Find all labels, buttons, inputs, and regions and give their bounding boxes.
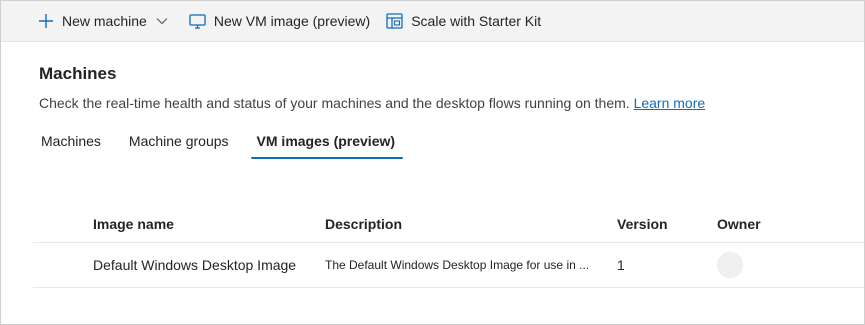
cell-image-name[interactable]: Default Windows Desktop Image [33, 257, 325, 273]
cell-version: 1 [617, 257, 625, 273]
scale-with-starter-kit-button[interactable]: Scale with Starter Kit [386, 13, 541, 29]
new-vm-image-label: New VM image (preview) [213, 13, 371, 29]
new-machine-button[interactable]: New machine [38, 13, 147, 29]
page-description-text: Check the real-time health and status of… [39, 95, 630, 111]
chevron-down-icon[interactable] [156, 17, 168, 25]
vm-images-table: Image name Description Version Owner Def… [33, 206, 864, 288]
column-header-description[interactable]: Description [325, 216, 617, 232]
command-bar: New machine New VM image (preview) Scale… [1, 1, 864, 42]
new-vm-image-button[interactable]: New VM image (preview) [189, 13, 370, 29]
learn-more-link[interactable]: Learn more [634, 95, 706, 111]
app-frame: New machine New VM image (preview) Scale… [0, 0, 865, 325]
table-row[interactable]: Default Windows Desktop Image The Defaul… [33, 243, 864, 288]
column-header-version[interactable]: Version [617, 216, 717, 232]
column-header-owner[interactable]: Owner [717, 216, 807, 232]
tab-list: Machines Machine groups VM images (previ… [41, 133, 864, 167]
column-header-image-name[interactable]: Image name [33, 216, 325, 232]
page-description: Check the real-time health and status of… [39, 95, 864, 111]
cell-owner [717, 252, 807, 278]
tab-machines[interactable]: Machines [41, 133, 101, 167]
avatar [717, 252, 743, 278]
scale-with-starter-kit-label: Scale with Starter Kit [411, 13, 542, 29]
main-content: Machines Check the real-time health and … [1, 64, 864, 167]
new-machine-label: New machine [62, 13, 147, 29]
cell-description: The Default Windows Desktop Image for us… [325, 258, 590, 272]
tab-machine-groups[interactable]: Machine groups [129, 133, 229, 167]
table-header-row: Image name Description Version Owner [33, 206, 864, 243]
tab-vm-images[interactable]: VM images (preview) [250, 133, 403, 167]
plus-icon [38, 13, 54, 29]
monitor-icon [189, 13, 206, 29]
starter-kit-icon [386, 13, 403, 29]
page-title: Machines [39, 64, 117, 83]
